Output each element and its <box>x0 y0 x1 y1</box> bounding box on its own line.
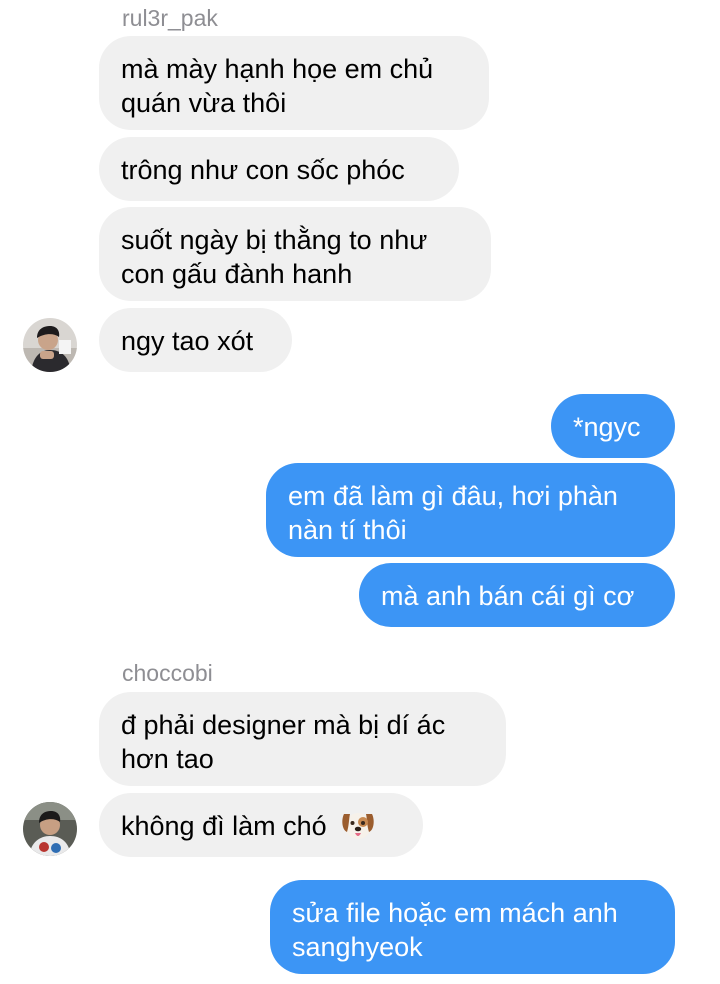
message-text: nàn tí thôi <box>288 515 407 545</box>
sender-name: rul3r_pak <box>122 5 218 31</box>
incoming-message-bubble[interactable]: suốt ngày bị thằng to như con gấu đành h… <box>99 207 491 301</box>
sender-avatar[interactable] <box>23 802 77 856</box>
incoming-message-bubble[interactable]: trông như con sốc phóc <box>99 137 459 201</box>
sender-name: choccobi <box>122 660 213 686</box>
message-text: *ngyc <box>573 412 641 442</box>
message-text: con gấu đành hanh <box>121 259 353 289</box>
message-text: em đã làm gì đâu, hơi phàn <box>288 481 618 511</box>
message-text: mà mày hạnh họe em chủ <box>121 54 434 84</box>
message-text: đ phải designer mà bị dí ác <box>121 710 446 740</box>
message-text: hơn tao <box>121 744 214 774</box>
incoming-message-bubble[interactable]: đ phải designer mà bị dí ác hơn tao <box>99 692 506 786</box>
message-text: không đì làm chó <box>121 811 327 841</box>
outgoing-message-bubble[interactable]: em đã làm gì đâu, hơi phàn nàn tí thôi <box>266 463 675 557</box>
message-text: ngy tao xót <box>121 326 254 356</box>
message-text: trông như con sốc phóc <box>121 155 405 185</box>
user-photo-icon <box>23 318 77 372</box>
message-text: suốt ngày bị thằng to như <box>121 225 428 255</box>
dog-face-emoji-icon <box>342 812 374 839</box>
incoming-message-bubble[interactable]: không đì làm chó <box>99 793 423 857</box>
message-text: quán vừa thôi <box>121 88 287 118</box>
sender-avatar[interactable] <box>23 318 77 372</box>
incoming-message-bubble[interactable]: mà mày hạnh họe em chủ quán vừa thôi <box>99 36 489 130</box>
user-photo-icon <box>23 802 77 856</box>
message-text: sửa file hoặc em mách anh <box>292 898 618 928</box>
message-text: mà anh bán cái gì cơ <box>381 581 635 611</box>
outgoing-message-bubble[interactable]: mà anh bán cái gì cơ <box>359 563 675 627</box>
chat-thread: rul3r_pak mà mày hạnh họe em chủ quán vừ… <box>0 0 720 984</box>
incoming-message-bubble[interactable]: ngy tao xót <box>99 308 292 372</box>
outgoing-message-bubble[interactable]: *ngyc <box>551 394 675 458</box>
message-text: sanghyeok <box>292 932 423 962</box>
outgoing-message-bubble[interactable]: sửa file hoặc em mách anh sanghyeok <box>270 880 675 974</box>
